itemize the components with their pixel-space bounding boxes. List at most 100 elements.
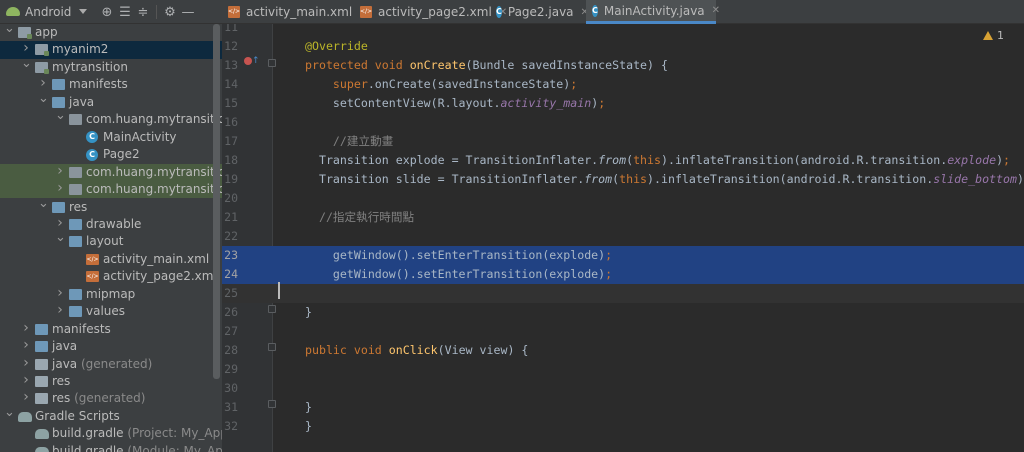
code-text: @Override [305,39,368,53]
tree-item[interactable]: › java (generated) [0,355,222,373]
tree-item[interactable]: › myanim2 [0,40,222,59]
code-line[interactable]: 29 [222,360,1024,379]
fold-icon[interactable] [268,343,276,351]
code-line[interactable]: 19 Transition slide = TransitionInflater… [222,170,1024,189]
code-line[interactable]: 24 getWindow().setEnterTransition(explod… [222,265,1024,284]
expand-all-icon[interactable]: ☰ [116,3,134,21]
fold-icon[interactable] [268,59,276,67]
chevron-down-icon[interactable]: ⌄ [55,229,66,246]
code-line[interactable]: 22 [222,227,1024,246]
chevron-down-icon[interactable]: ⌄ [4,20,15,37]
tree-item[interactable]: ⌄ Gradle Scripts [0,405,222,425]
tab-activity-page2-xml[interactable]: </> activity_page2.xml ✕ [354,0,507,24]
code-line[interactable]: 30 [222,379,1024,398]
tree-item[interactable]: </> activity_page2.xml [0,268,222,285]
chevron-right-icon[interactable]: › [55,302,65,319]
code-line[interactable]: 32} [222,417,1024,436]
tree-item[interactable]: › java [0,337,222,355]
chevron-right-icon[interactable]: › [55,180,65,197]
code-line[interactable]: 20 [222,189,1024,208]
tree-item[interactable]: › res (generated) [0,389,222,407]
fold-icon[interactable] [268,400,276,408]
tree-item-name: res [69,199,88,214]
code-line[interactable]: 11 [222,24,1024,37]
code-line[interactable]: 15 setContentView(R.layout.activity_main… [222,94,1024,113]
chevron-down-icon[interactable]: ⌄ [4,404,15,421]
code-line[interactable]: 12 @Override [222,37,1024,56]
tree-item[interactable]: C MainActivity [0,129,222,146]
code-line[interactable]: 25 [222,284,1024,303]
gear-icon[interactable]: ⚙ [161,3,179,21]
tree-item-label: MainActivity [103,129,177,146]
code-line[interactable]: 21 //指定執行時間點 [222,208,1024,227]
code-text: protected void onCreate(Bundle savedInst… [305,58,668,72]
chevron-right-icon[interactable]: › [55,285,65,302]
line-number: 31 [224,400,238,414]
tree-item[interactable]: › com.huang.mytransition ( [0,163,222,181]
code-line[interactable]: 28 public void onClick(View view) { [222,341,1024,360]
warnings-indicator[interactable]: 1 [983,29,1004,42]
tree-item-name: myanim2 [52,42,109,57]
tree-item[interactable]: › res [0,372,222,390]
chevron-down-icon[interactable]: ⌄ [38,90,49,107]
chevron-right-icon[interactable]: › [21,337,31,354]
xml-file-icon: </> [86,253,99,265]
chevron-right-icon[interactable]: › [21,372,31,389]
tree-item[interactable]: ⌄ app [0,21,222,41]
tree-item[interactable]: › mipmap [0,285,222,303]
override-gutter-icon[interactable] [244,57,252,65]
code-line[interactable]: 27 [222,322,1024,341]
code-line[interactable]: 23 getWindow().setEnterTransition(explod… [222,246,1024,265]
code-text: public void onClick(View view) { [305,343,529,357]
tree-item[interactable]: C Page2 [0,146,222,163]
code-line[interactable]: 13 protected void onCreate(Bundle savedIn… [222,56,1024,75]
chevron-right-icon[interactable]: › [21,389,31,406]
tab-activity-main-xml[interactable]: </> activity_main.xml ✕ [222,0,368,24]
code-line[interactable]: 31} [222,398,1024,417]
tree-item[interactable]: ⌄ res [0,196,222,216]
code-line[interactable]: 17 //建立動畫 [222,132,1024,151]
line-number: 22 [224,229,238,243]
tab-page2-java[interactable]: C Page2.java ✕ [490,0,589,24]
tree-item[interactable]: › manifests [0,320,222,338]
target-icon[interactable]: ⊕ [98,3,116,21]
code-line[interactable]: 16 [222,113,1024,132]
collapse-all-icon[interactable]: ≑ [134,3,152,21]
project-view-selector[interactable]: Android [0,5,88,19]
minimize-icon[interactable]: — [179,3,197,21]
tree-item[interactable]: ⌄ java [0,91,222,111]
fold-icon[interactable] [268,305,276,313]
chevron-down-icon[interactable]: ⌄ [21,55,32,72]
tree-item[interactable]: ⌄ com.huang.mytransition [0,108,222,128]
tree-item[interactable]: › values [0,302,222,320]
tree-item-label: drawable [86,216,141,233]
code-line[interactable]: 26} [222,303,1024,322]
folder-icon [69,236,82,248]
tree-item-name: mipmap [86,286,136,301]
package-icon [69,114,82,126]
tree-item[interactable]: build.gradle (Module: My_Appli [0,443,222,452]
folder-icon [52,96,65,108]
tree-item[interactable]: › com.huang.mytransition ( [0,180,222,199]
chevron-right-icon[interactable]: › [55,163,65,180]
close-icon[interactable]: ✕ [712,5,720,16]
chevron-down-icon[interactable]: ⌄ [55,107,66,124]
line-number: 16 [224,115,238,129]
code-line[interactable]: 14 super.onCreate(savedInstanceState); [222,75,1024,94]
chevron-right-icon[interactable]: › [21,320,31,337]
tree-item[interactable]: ⌄ mytransition [0,56,222,76]
chevron-right-icon[interactable]: › [21,355,31,372]
code-editor[interactable]: 11 12 @Override 13 protected void onCreate(B… [222,24,1024,452]
tree-item[interactable]: › manifests [0,75,222,93]
tree-item[interactable]: ⌄ layout [0,230,222,250]
tab-mainactivity-java[interactable]: C MainActivity.java ✕ [586,0,720,24]
tree-item-name: mytransition [52,59,128,74]
tree-item[interactable]: › drawable [0,215,222,233]
code-line[interactable]: 18 Transition explode = TransitionInflat… [222,151,1024,170]
tree-item[interactable]: build.gradle (Project: My_Applica [0,425,222,442]
project-toolbar: Android ⊕ ☰ ≑ ⚙ — [0,0,222,24]
chevron-down-icon[interactable]: ⌄ [38,195,49,212]
tree-item[interactable]: </> activity_main.xml [0,251,222,268]
tree-item-label: res [52,373,70,390]
scrollbar[interactable] [213,24,220,379]
